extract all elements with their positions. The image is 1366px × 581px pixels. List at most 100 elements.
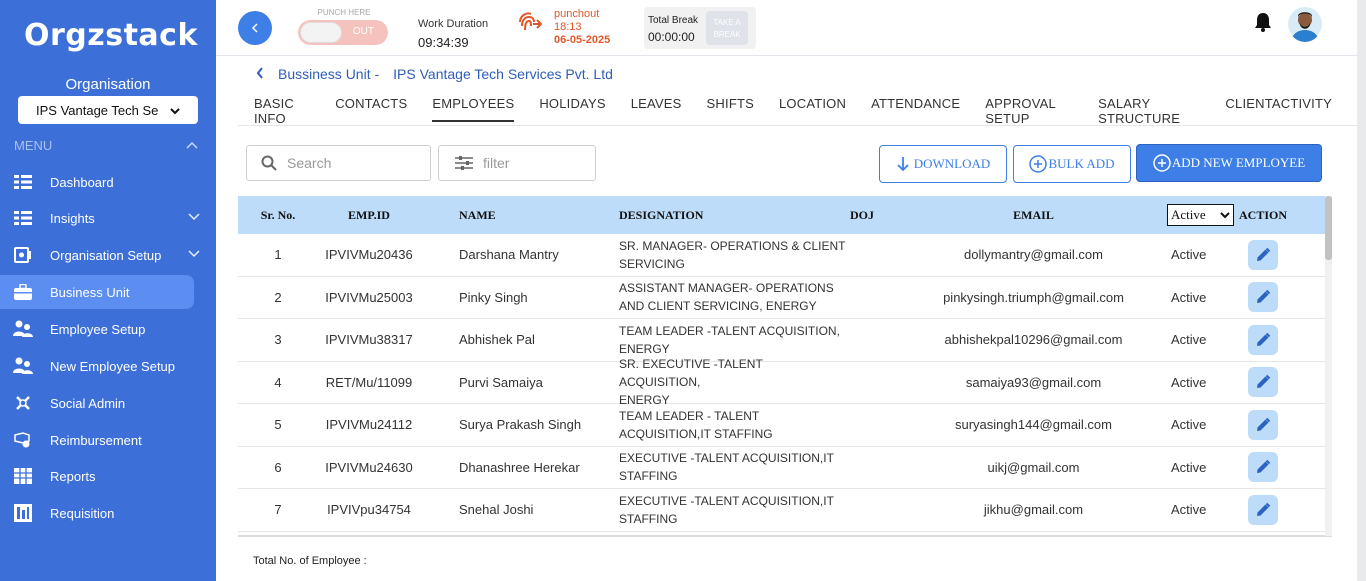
cell-action	[1234, 367, 1292, 398]
cell-name: Dhanashree Herekar	[459, 459, 580, 475]
punch-toggle[interactable]: OUT	[298, 20, 388, 45]
add-new-employee-button[interactable]: ADD NEW EMPLOYEE	[1136, 144, 1322, 182]
cell-emp-id: RET/Mu/11099	[325, 374, 413, 390]
top-bar: PUNCH HERE OUT Work Duration 09:34:39 pu…	[216, 0, 1366, 56]
sidebar-item-dashboard[interactable]: Dashboard	[0, 165, 194, 199]
cell-action	[1234, 494, 1292, 525]
take-break-button[interactable]: TAKE A BREAK	[706, 11, 748, 45]
tab-leaves[interactable]: LEAVES	[631, 96, 682, 122]
cell-sr-no: 5	[274, 417, 282, 433]
header-action: ACTION	[1238, 207, 1287, 222]
users-icon	[12, 320, 34, 338]
edit-button[interactable]	[1248, 409, 1278, 440]
chevron-left-icon[interactable]	[256, 66, 264, 82]
avatar[interactable]	[1288, 6, 1322, 42]
header-sr-no: Sr. No.	[260, 207, 296, 222]
sidebar-toggle-button[interactable]	[238, 11, 272, 45]
edit-button[interactable]	[1248, 494, 1278, 525]
sidebar-item-organisation-setup[interactable]: Organisation Setup	[0, 238, 200, 272]
scrollbar-thumb[interactable]	[1325, 196, 1332, 260]
sidebar-item-reports[interactable]: Reports	[0, 459, 194, 493]
cell-status: Active	[1171, 289, 1207, 305]
cell-action	[1234, 324, 1292, 355]
sidebar-item-insights[interactable]: Insights	[0, 201, 200, 235]
sidebar-item-label: Organisation Setup	[50, 247, 162, 263]
briefcase-icon	[12, 283, 34, 301]
cell-sr-no: 1	[274, 247, 282, 263]
chevron-down-icon	[188, 212, 200, 224]
cell-sr-no: 2	[274, 289, 282, 305]
edit-button[interactable]	[1248, 324, 1278, 355]
tab-salary-structure[interactable]: SALARY STRUCTURE	[1098, 96, 1200, 126]
cell-sr-no: 4	[274, 374, 282, 390]
sidebar-item-label: Employee Setup	[50, 321, 146, 337]
sidebar-item-label: Social Admin	[50, 395, 126, 411]
designation-line: ACQUISITION,IT STAFFING	[619, 426, 773, 441]
table-row: 4 RET/Mu/11099 Purvi Samaiya SR. EXECUTIVE …	[238, 357, 1332, 407]
tab-contacts[interactable]: CONTACTS	[335, 96, 407, 122]
breadcrumb-section[interactable]: Bussiness Unit -	[278, 66, 379, 82]
designation-line: STAFFING	[619, 469, 678, 484]
take-break-label-line2: BREAK	[713, 30, 741, 39]
header-emp-id: EMP.ID	[348, 207, 390, 222]
edit-button[interactable]	[1248, 452, 1278, 483]
cell-name: Pinky Singh	[459, 289, 528, 305]
cell-designation: SR. MANAGER- OPERATIONS & CLIENT SERVICIN…	[616, 237, 846, 273]
social-icon	[12, 394, 34, 412]
tab-employees[interactable]: EMPLOYEES	[432, 96, 515, 122]
tab-shifts[interactable]: SHIFTS	[707, 96, 754, 122]
cell-name: Surya Prakash Singh	[459, 417, 582, 433]
designation-line: TEAM LEADER -TALENT ACQUISITION,	[619, 323, 840, 338]
page-scrollbar[interactable]	[1357, 0, 1366, 581]
sidebar-item-business-unit[interactable]: Business Unit	[0, 275, 194, 309]
tab-location[interactable]: LOCATION	[779, 96, 846, 122]
sidebar-item-requisition[interactable]: Requisition	[0, 496, 194, 530]
cell-status: Active	[1171, 247, 1207, 263]
cell-email: samaiya93@gmail.com	[965, 374, 1102, 390]
sidebar-item-label: Reimbursement	[50, 432, 142, 448]
filter-input[interactable]: filter	[438, 145, 596, 181]
organisation-label: Organisation	[65, 76, 151, 93]
cell-designation: ASSISTANT MANAGER- OPERATIONS AND CLIENT …	[616, 279, 846, 315]
sidebar-item-social-admin[interactable]: Social Admin	[0, 386, 194, 420]
cell-designation: EXECUTIVE -TALENT ACQUISITION,IT STAFFING	[616, 449, 846, 485]
table-scrollbar[interactable]	[1325, 196, 1332, 536]
sidebar-item-employee-setup[interactable]: Employee Setup	[0, 312, 194, 346]
designation-line: EXECUTIVE -TALENT ACQUISITION,IT	[619, 451, 834, 466]
menu-collapse-icon[interactable]	[186, 138, 198, 152]
notification-bell-icon[interactable]	[1254, 12, 1272, 32]
punch-widget: PUNCH HERE OUT	[298, 8, 390, 45]
cell-status: Active	[1171, 459, 1207, 475]
designation-line: SR. MANAGER- OPERATIONS & CLIENT	[619, 238, 846, 253]
edit-button[interactable]	[1248, 239, 1278, 270]
cell-status: Active	[1171, 417, 1207, 433]
punchout-date: 06-05-2025	[554, 34, 611, 46]
cell-email: dollymantry@gmail.com	[964, 247, 1103, 263]
organisation-select[interactable]: IPS Vantage Tech Se	[18, 96, 198, 124]
pencil-icon	[1257, 332, 1271, 346]
work-duration-value: 09:34:39	[418, 35, 469, 50]
edit-button[interactable]	[1248, 282, 1278, 313]
tab-attendance[interactable]: ATTENDANCE	[871, 96, 960, 122]
cell-action	[1234, 239, 1292, 270]
pencil-icon	[1257, 375, 1271, 389]
download-button[interactable]: DOWNLOAD	[879, 145, 1007, 183]
tab-basic-info[interactable]: BASIC INFO	[254, 96, 310, 126]
edit-button[interactable]	[1248, 367, 1278, 398]
pencil-icon	[1257, 417, 1271, 431]
status-filter-select[interactable]: Active	[1167, 204, 1234, 226]
work-duration: Work Duration 09:34:39	[418, 18, 488, 50]
tab-holidays[interactable]: HOLIDAYS	[539, 96, 605, 122]
table-header: Sr. No. EMP.ID NAME DESIGNATION DOJ EMAI…	[238, 196, 1332, 234]
cell-name: Abhishek Pal	[459, 332, 535, 348]
bulk-add-button[interactable]: BULK ADD	[1013, 145, 1131, 183]
table-row: 2 IPVIVMu25003 Pinky Singh ASSISTANT MANAGE…	[238, 277, 1332, 319]
tab-approval-setup[interactable]: APPROVAL SETUP	[985, 96, 1073, 126]
table-footer-divider	[238, 536, 1332, 537]
cell-sr-no: 3	[274, 332, 282, 348]
tab-clientactivity[interactable]: CLIENTACTIVITY	[1225, 96, 1332, 122]
sidebar-item-new-employee-setup[interactable]: New Employee Setup	[0, 349, 194, 383]
search-input[interactable]: Search	[246, 145, 431, 181]
sidebar-item-reimbursement[interactable]: Reimbursement	[0, 423, 194, 457]
sidebar-item-label: Insights	[50, 210, 95, 226]
